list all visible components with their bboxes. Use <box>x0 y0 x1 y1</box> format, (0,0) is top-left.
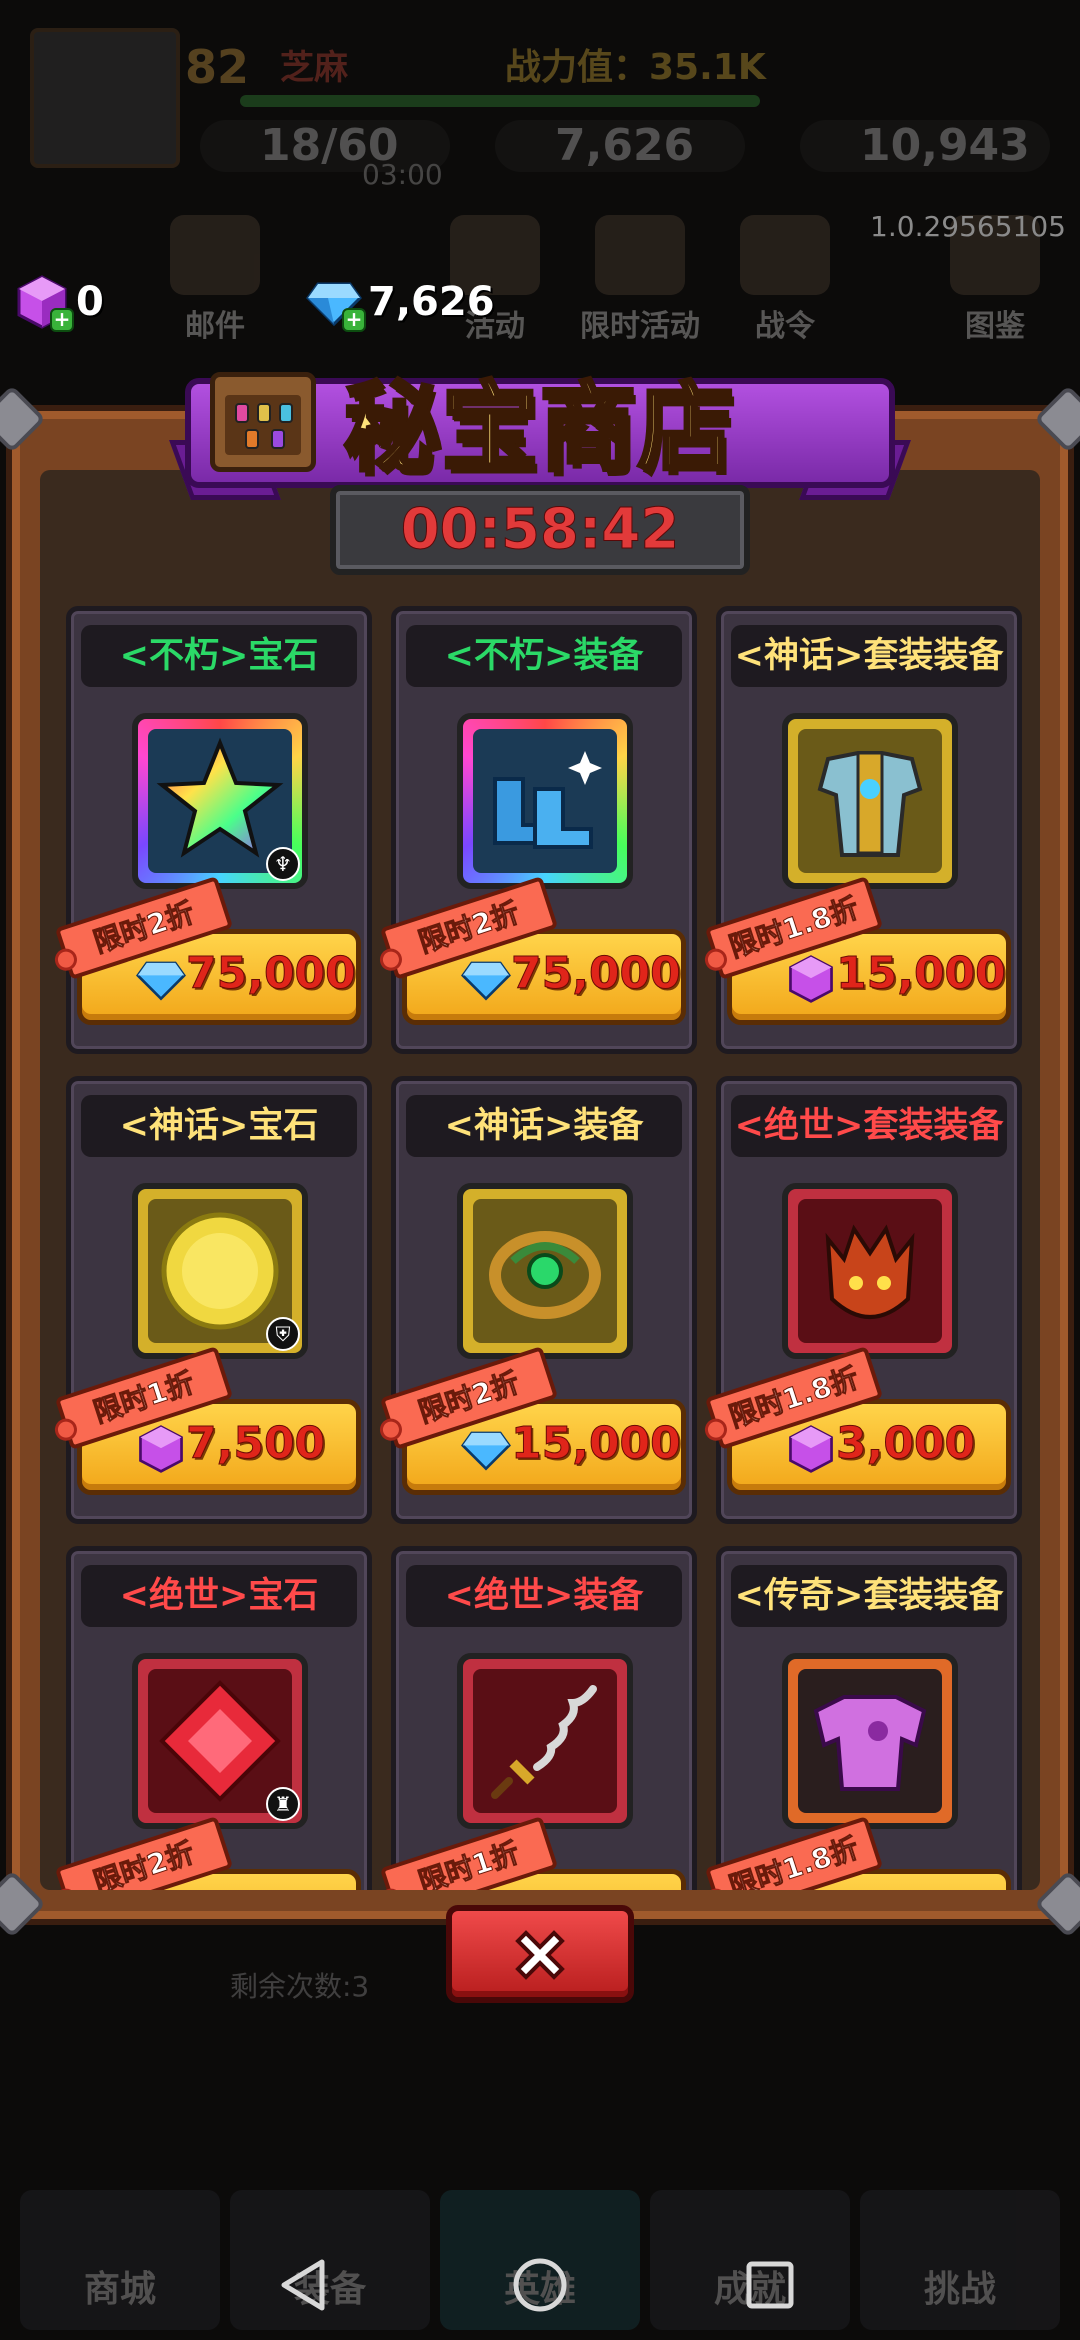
gold-armor-icon <box>798 729 942 873</box>
shop-item-card[interactable]: <神话>装备 15,000 限时2折 <box>379 1076 697 1524</box>
add-crystal-icon[interactable]: + <box>50 308 74 332</box>
shop-item-card[interactable]: <神话>套装装备 15,000 限时1.8折 <box>704 606 1022 1054</box>
necklace-icon: ♆ <box>266 847 300 881</box>
item-name: <神话>宝石 <box>81 1095 357 1157</box>
battle-pass-button: 战令 <box>730 215 840 345</box>
mail-button: 邮件 <box>160 215 270 345</box>
player-avatar <box>30 28 180 168</box>
item-frame[interactable] <box>782 1183 958 1359</box>
version-label: 1.0.29565105 <box>870 210 1066 243</box>
gem-counter: 7,626 <box>495 120 745 172</box>
diamond-currency[interactable]: + 7,626 <box>306 272 495 332</box>
helmet-icon: ♜ <box>266 1787 300 1821</box>
diamond-value: 7,626 <box>368 279 495 325</box>
xp-bar <box>240 95 760 107</box>
item-name: <不朽>宝石 <box>81 625 357 687</box>
limited-activity-button: 限时活动 <box>570 215 710 345</box>
player-name: 芝麻 <box>280 48 348 88</box>
shop-item-grid[interactable]: <不朽>宝石 ♆ 75,000 限时2折 <不朽>装备 75,000 限时2折 <神话>套装装… <box>40 470 1040 1890</box>
shield-icon: ⛨ <box>266 1317 300 1351</box>
item-name: <神话>装备 <box>406 1095 682 1157</box>
blue-diamond-icon <box>461 954 511 1004</box>
item-price: 15,000 <box>836 948 1007 1000</box>
item-frame[interactable]: ♜ <box>132 1653 308 1829</box>
shop-item-card[interactable]: <绝世>套装装备 3,000 限时1.8折 <box>704 1076 1022 1524</box>
item-name: <神话>套装装备 <box>731 625 1007 687</box>
crystal-value: 0 <box>76 279 104 325</box>
close-button[interactable] <box>446 1905 634 2003</box>
item-name: <绝世>装备 <box>406 1565 682 1627</box>
purple-crystal-icon <box>786 1424 836 1474</box>
shop-item-card[interactable]: <神话>宝石 ⛨ 7,500 限时1折 <box>54 1076 372 1524</box>
shop-item-card[interactable]: <不朽>装备 75,000 限时2折 <box>379 606 697 1054</box>
item-frame[interactable] <box>457 1183 633 1359</box>
item-frame[interactable]: ⛨ <box>132 1183 308 1359</box>
item-price: 15,000 <box>511 1418 682 1470</box>
item-name: <绝世>套装装备 <box>731 1095 1007 1157</box>
shop-title: 秘宝商店 <box>342 370 736 486</box>
item-name: <不朽>装备 <box>406 625 682 687</box>
wavy-sword-icon <box>473 1669 617 1813</box>
home-nav-icon[interactable] <box>505 2250 575 2320</box>
item-frame[interactable] <box>457 1653 633 1829</box>
item-frame[interactable] <box>457 713 633 889</box>
shop-item-card[interactable]: <绝世>宝石 ♜ 限时2折 <box>54 1546 372 1890</box>
item-name: <传奇>套装装备 <box>731 1565 1007 1627</box>
item-price: 7,500 <box>185 1418 326 1470</box>
item-frame[interactable]: ♆ <box>132 713 308 889</box>
blue-diamond-icon: + <box>306 274 366 332</box>
refresh-timer: 00:58:42 <box>330 485 750 575</box>
crystal-currency[interactable]: + 0 <box>14 272 104 332</box>
item-price: 75,000 <box>511 948 682 1000</box>
remaining-count: 剩余次数:3 <box>230 1970 370 2003</box>
purple-armor-icon <box>798 1669 942 1813</box>
blue-diamond-icon <box>136 954 186 1004</box>
add-diamond-icon[interactable]: + <box>342 308 366 332</box>
purple-crystal-icon <box>786 954 836 1004</box>
back-nav-icon[interactable] <box>270 2250 340 2320</box>
purple-crystal-icon: + <box>14 274 74 332</box>
emerald-ring-icon <box>473 1199 617 1343</box>
blue-diamond-icon <box>461 1424 511 1474</box>
close-icon <box>515 1930 565 1980</box>
item-frame[interactable] <box>782 1653 958 1829</box>
purple-crystal-icon <box>136 1424 186 1474</box>
energy-timer: 03:00 <box>362 158 443 191</box>
item-name: <绝世>宝石 <box>81 1565 357 1627</box>
gold-counter: 10,943 <box>800 120 1050 172</box>
recents-nav-icon[interactable] <box>735 2250 805 2320</box>
shop-item-card[interactable]: <传奇>套装装备 限时1.8折 <box>704 1546 1022 1890</box>
demon-helmet-icon <box>798 1199 942 1343</box>
item-price: 3,000 <box>835 1418 976 1470</box>
item-price: 75,000 <box>186 948 357 1000</box>
system-navigation-bar <box>0 2230 1080 2340</box>
shop-item-card[interactable]: <绝世>装备 限时1折 <box>379 1546 697 1890</box>
item-frame[interactable] <box>782 713 958 889</box>
power-value: 战力值：35.1K <box>505 47 766 88</box>
shop-item-card[interactable]: <不朽>宝石 ♆ 75,000 限时2折 <box>54 606 372 1054</box>
blue-boots-icon <box>473 729 617 873</box>
player-level: 82 <box>185 40 250 94</box>
